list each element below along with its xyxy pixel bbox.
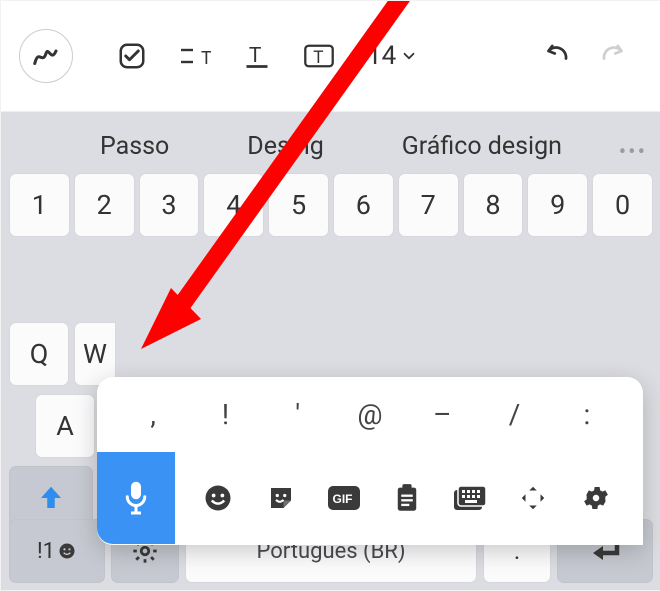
key-2[interactable]: 2	[74, 173, 135, 237]
key-1[interactable]: 1	[9, 173, 70, 237]
key-6[interactable]: 6	[333, 173, 394, 237]
popup-sym-slash[interactable]: /	[495, 398, 535, 431]
popup-sym-excl[interactable]: !	[205, 398, 245, 431]
popup-icons-row: GIF	[97, 451, 643, 545]
number-row: 1 2 3 4 5 6 7 8 9 0	[1, 173, 660, 237]
emoji-small-icon	[57, 541, 77, 561]
checkbox-tool-button[interactable]	[117, 41, 147, 71]
clipboard-button[interactable]	[376, 483, 437, 513]
shift-arrow-icon	[36, 483, 66, 513]
sticker-button[interactable]	[250, 483, 311, 513]
popup-sym-apos[interactable]: '	[278, 398, 318, 431]
text-align-icon: T	[179, 41, 211, 71]
svg-text:T: T	[201, 48, 211, 69]
pen-tool-button[interactable]	[19, 29, 73, 83]
keyboard-icon	[453, 485, 487, 512]
emoji-icon	[203, 483, 233, 513]
voice-input-button[interactable]	[97, 452, 175, 544]
svg-text:T: T	[313, 48, 323, 68]
popup-sym-comma[interactable]: ,	[133, 398, 173, 431]
app-toolbar: T T T 14	[1, 1, 660, 112]
clipboard-icon	[393, 483, 421, 513]
checkbox-icon	[117, 41, 147, 71]
more-suggestions-button[interactable]: •••	[619, 140, 647, 165]
scribble-icon	[31, 41, 61, 71]
text-align-tool-button[interactable]: T	[179, 41, 211, 71]
settings-button[interactable]	[566, 483, 627, 513]
symbols-key-label: !1	[37, 539, 55, 564]
underline-icon: T	[243, 41, 271, 71]
text-box-tool-button[interactable]: T	[303, 41, 335, 71]
screenshot-root: T T T 14 Passo Desing Gráfico design •••…	[0, 0, 660, 591]
redo-icon	[597, 41, 631, 71]
font-size-value: 14	[367, 41, 396, 71]
svg-text:GIF: GIF	[332, 492, 352, 506]
popup-symbols-row: , ! ' @ – / :	[97, 377, 643, 451]
key-9[interactable]: 9	[527, 173, 588, 237]
key-4[interactable]: 4	[203, 173, 264, 237]
popup-sym-colon[interactable]: :	[567, 398, 607, 431]
chevron-down-icon	[400, 47, 418, 65]
underline-tool-button[interactable]: T	[243, 41, 271, 71]
key-0[interactable]: 0	[592, 173, 653, 237]
suggestion-bar: Passo Desing Gráfico design	[1, 126, 660, 173]
resize-icon	[518, 483, 548, 513]
resize-button[interactable]	[503, 483, 564, 513]
input-options-popup: , ! ' @ – / : GIF	[97, 377, 643, 545]
popup-sym-at[interactable]: @	[350, 398, 390, 431]
svg-text:T: T	[249, 44, 262, 68]
sticker-icon	[266, 483, 296, 513]
undo-icon	[539, 41, 573, 71]
font-size-selector[interactable]: 14	[367, 41, 418, 71]
gif-button[interactable]: GIF	[313, 485, 374, 511]
key-a[interactable]: A	[35, 394, 95, 458]
keyboard-layout-button[interactable]	[440, 485, 501, 512]
mic-icon	[121, 479, 151, 517]
gear-solid-icon	[581, 483, 611, 513]
redo-button[interactable]	[597, 41, 631, 71]
key-q[interactable]: Q	[9, 322, 69, 386]
suggestion-3[interactable]: Gráfico design	[402, 132, 562, 161]
key-8[interactable]: 8	[463, 173, 524, 237]
key-7[interactable]: 7	[398, 173, 459, 237]
suggestion-1[interactable]: Passo	[100, 132, 169, 161]
undo-button[interactable]	[539, 41, 573, 71]
suggestion-2[interactable]: Desing	[247, 132, 324, 161]
symbols-key[interactable]: !1	[9, 519, 105, 583]
emoji-button[interactable]	[187, 483, 248, 513]
key-5[interactable]: 5	[268, 173, 329, 237]
key-3[interactable]: 3	[139, 173, 200, 237]
gif-icon: GIF	[327, 485, 361, 511]
keyboard-area: Passo Desing Gráfico design ••• 1 2 3 4 …	[1, 112, 660, 591]
popup-sym-dash[interactable]: –	[422, 398, 462, 431]
text-box-icon: T	[303, 41, 335, 71]
